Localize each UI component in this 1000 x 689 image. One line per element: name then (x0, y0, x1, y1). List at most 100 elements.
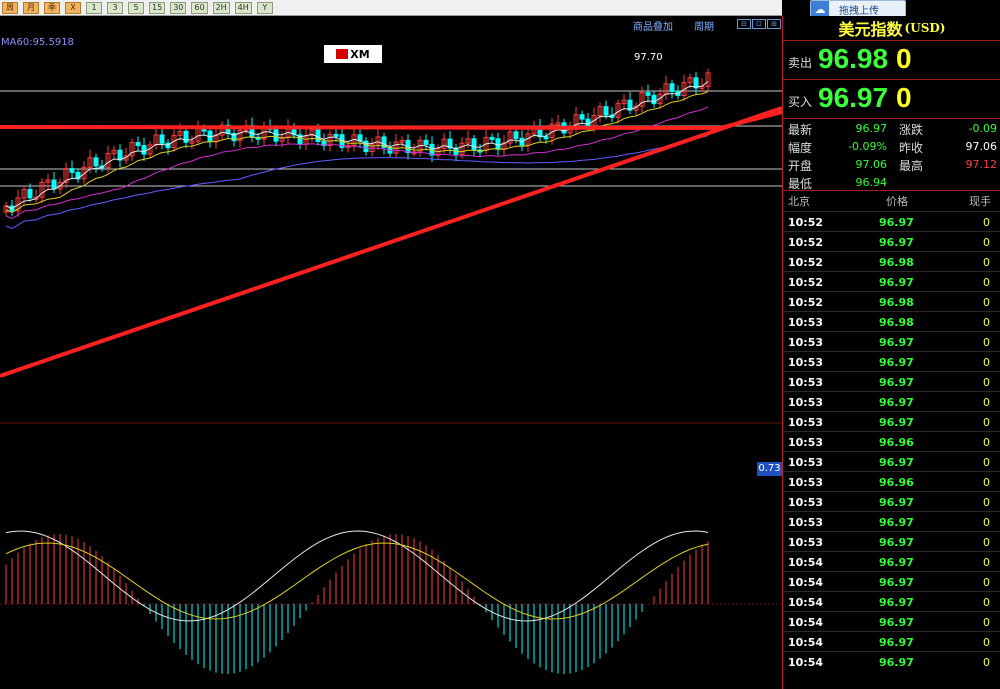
candle-body (333, 133, 339, 137)
tick-row: 10:54 96.97 0 (783, 611, 1000, 631)
tick-list-header: 北京 价格 现手 (783, 193, 1000, 211)
sell-label: 卖出 (788, 56, 813, 70)
tick-volume: 0 (983, 536, 990, 549)
tick-row: 10:53 96.96 0 (783, 431, 1000, 451)
candle-body (183, 130, 189, 143)
tick-row: 10:54 96.97 0 (783, 631, 1000, 651)
sell-price: 96.98 (818, 43, 889, 74)
restore-icon[interactable]: ⊟ (737, 19, 751, 29)
sell-quote: 卖出 96.98 0 (783, 40, 1000, 80)
xm-logo-mark (336, 49, 349, 59)
tick-volume: 0 (983, 336, 990, 349)
period-button[interactable]: X (65, 1, 81, 14)
period-button[interactable]: 季 (44, 1, 60, 14)
ma5-line (5, 81, 709, 210)
tick-time: 10:52 (788, 256, 824, 269)
period-button[interactable]: 15 (149, 1, 166, 14)
tick-volume: 0 (983, 276, 990, 289)
range-label: 幅度 (788, 141, 813, 155)
candle-body (141, 145, 147, 155)
tick-price: 96.97 (879, 576, 914, 589)
candle-body (603, 106, 609, 116)
tick-volume: 0 (983, 396, 990, 409)
period-button[interactable]: 30 (170, 1, 187, 14)
period-button[interactable]: 1 (86, 1, 102, 14)
tick-time: 10:53 (788, 476, 824, 489)
stats-block: 最新 96.97 涨跌 -0.09 幅度 -0.09% 昨收 97.06 开盘 … (783, 118, 1000, 191)
tick-time: 10:52 (788, 216, 824, 229)
tick-row: 10:54 96.97 0 (783, 551, 1000, 571)
tick-list[interactable]: 北京 价格 现手 10:52 96.97 0 10:52 96.97 0 10:52 96.9… (783, 190, 1000, 689)
tick-row: 10:53 96.97 0 (783, 511, 1000, 531)
buy-price: 96.97 (818, 82, 889, 113)
candle-body (69, 168, 75, 173)
tick-price: 96.97 (879, 496, 914, 509)
tick-row: 10:53 96.97 0 (783, 371, 1000, 391)
tick-price: 96.97 (879, 656, 914, 669)
period-button[interactable]: 2H (212, 1, 230, 14)
period-button[interactable]: 3 (107, 1, 123, 14)
tick-price: 96.97 (879, 556, 914, 569)
period-button[interactable]: 5 (128, 1, 144, 14)
open-label: 开盘 (788, 159, 813, 173)
tick-price: 96.97 (879, 236, 914, 249)
tick-time: 10:53 (788, 316, 824, 329)
tick-price: 96.97 (879, 216, 914, 229)
tick-volume: 0 (983, 376, 990, 389)
ma20-line (5, 106, 709, 220)
tick-volume: 0 (983, 496, 990, 509)
tick-price: 96.97 (879, 456, 914, 469)
tick-volume: 0 (983, 356, 990, 369)
tick-time: 10:54 (788, 576, 824, 589)
tick-time: 10:54 (788, 556, 824, 569)
tick-price: 96.97 (879, 596, 914, 609)
candle-body (93, 157, 99, 167)
tick-price: 96.96 (879, 476, 914, 489)
ma60-label: MA60:95.5918 (1, 37, 74, 48)
candle-body (669, 83, 675, 92)
period-toolbar: 周月季 X 1 3 5 15 30 60 2H 4H Y (0, 0, 782, 16)
overlay-link[interactable]: 商品叠加 (633, 18, 673, 33)
latest-label: 最新 (788, 123, 813, 137)
tick-time: 10:53 (788, 376, 824, 389)
tick-row: 10:53 96.96 0 (783, 471, 1000, 491)
tick-price: 96.97 (879, 336, 914, 349)
period-button[interactable]: 周 (2, 1, 18, 14)
macd-value-tag: 0.73 (757, 462, 782, 476)
tick-time: 10:52 (788, 296, 824, 309)
xm-logo: XM (324, 45, 382, 63)
chart-canvas (0, 68, 782, 674)
tick-time: 10:54 (788, 616, 824, 629)
period-button[interactable]: 4H (234, 1, 252, 14)
expand-icon[interactable]: ⊡ (752, 19, 766, 29)
tick-time: 10:53 (788, 336, 824, 349)
period-link[interactable]: 周期 (694, 18, 714, 33)
range-value: -0.09% (848, 140, 887, 153)
tick-header-time: 北京 (788, 195, 810, 208)
tick-row: 10:54 96.97 0 (783, 571, 1000, 591)
candle-body (489, 136, 495, 140)
tick-price: 96.97 (879, 616, 914, 629)
change-value: -0.09 (968, 122, 997, 135)
candlestick-chart[interactable]: MA60:95.5918 商品叠加 周期 ⊟ ⊡ ⊞ XM 97.70 0.73 (0, 16, 782, 689)
candle-body (651, 94, 657, 105)
tick-time: 10:53 (788, 356, 824, 369)
instrument-name: 美元指数 (838, 20, 903, 39)
instrument-title: 美元指数 (USD) (783, 16, 1000, 40)
tick-price: 96.97 (879, 516, 914, 529)
period-button[interactable]: 月 (23, 1, 39, 14)
tick-price: 96.98 (879, 256, 914, 269)
trendline-horizontal (0, 125, 721, 130)
tick-row: 10:53 96.97 0 (783, 351, 1000, 371)
tick-price: 96.97 (879, 376, 914, 389)
tick-time: 10:54 (788, 596, 824, 609)
tick-volume: 0 (983, 636, 990, 649)
tick-time: 10:53 (788, 396, 824, 409)
tick-row: 10:53 96.97 0 (783, 491, 1000, 511)
tick-row: 10:53 96.97 0 (783, 331, 1000, 351)
period-button[interactable]: 60 (191, 1, 208, 14)
tick-price: 96.97 (879, 276, 914, 289)
tick-price: 96.97 (879, 636, 914, 649)
maximize-icon[interactable]: ⊞ (767, 19, 781, 29)
period-button[interactable]: Y (256, 1, 273, 14)
